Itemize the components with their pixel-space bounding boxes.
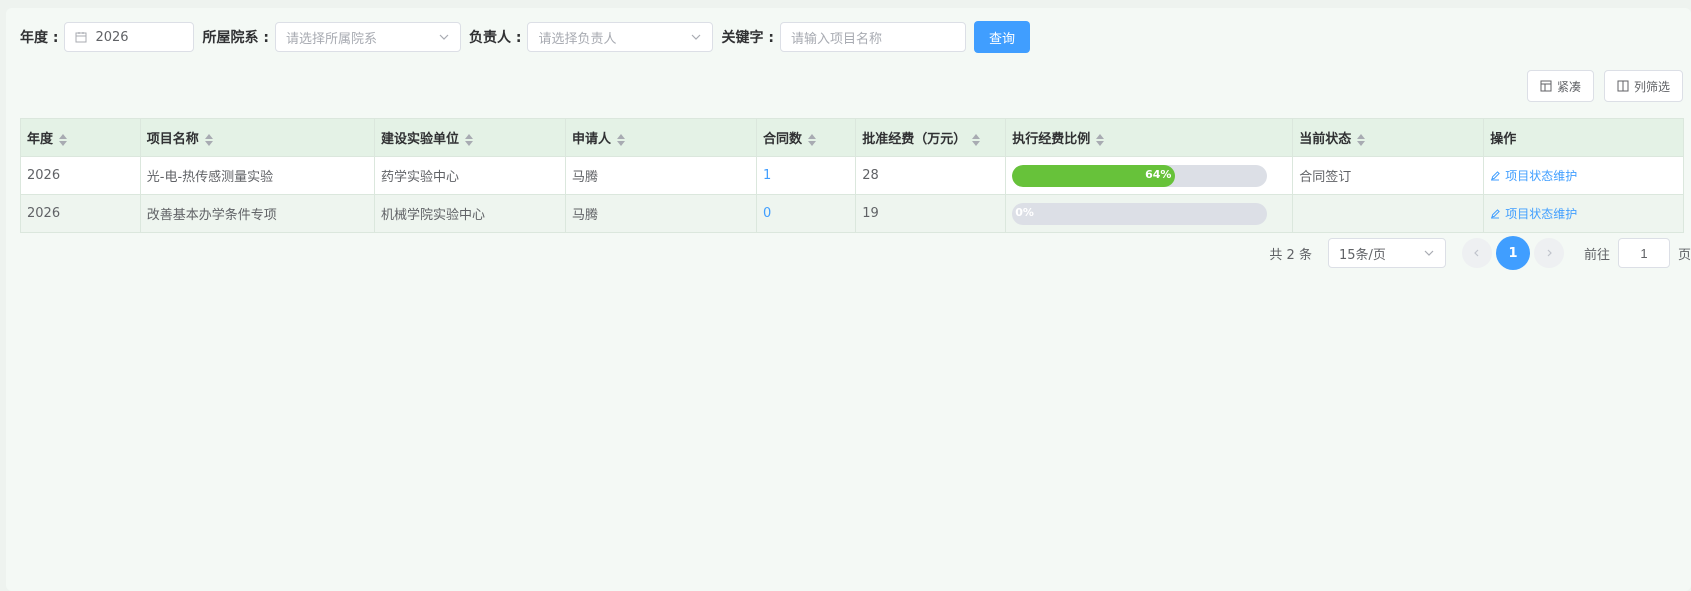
cell-ratio: 0%: [1005, 194, 1294, 233]
keyword-input[interactable]: 请输入项目名称: [779, 22, 966, 52]
columns-label: 列筛选: [1633, 79, 1670, 94]
table-toolbar: 紧凑 列筛选: [1526, 70, 1683, 102]
col-action: 操作: [1483, 118, 1684, 157]
dept-select[interactable]: 请选择所属院系: [274, 22, 461, 52]
cell-name: 光-电-热传感测量实验: [139, 156, 375, 195]
col-applicant[interactable]: 申请人: [564, 118, 757, 157]
col-contracts[interactable]: 合同数: [755, 118, 857, 157]
column-filter-button[interactable]: 列筛选: [1603, 70, 1683, 102]
total-count: 共 2 条: [1269, 247, 1312, 263]
columns-icon: [1617, 80, 1629, 92]
goto-label: 前往: [1583, 247, 1610, 263]
pagination: 共 2 条 15条/页 1 前往 页: [1269, 236, 1691, 270]
page-button-current[interactable]: 1: [1495, 236, 1530, 270]
cell-funding: 28: [855, 156, 1007, 195]
cell-unit: 机械学院实验中心: [373, 194, 566, 233]
ratio-progress-text: 64%: [1145, 167, 1172, 181]
goto-page-input[interactable]: [1617, 238, 1670, 268]
edit-icon: [1490, 170, 1501, 181]
col-unit[interactable]: 建设实验单位: [373, 118, 566, 157]
ratio-progress-text: 0%: [1015, 205, 1034, 219]
filter-bar: 年度 : 2026 所屋院系 : 请选择所属院系 负责人 : 请选择负责人 关键…: [20, 20, 1030, 54]
sort-icon[interactable]: [59, 133, 68, 146]
owner-label: 负责人 :: [468, 30, 522, 46]
dept-label: 所屋院系 :: [202, 30, 269, 46]
cell-action: 项目状态维护: [1483, 156, 1684, 195]
col-funding[interactable]: 批准经费（万元）: [855, 118, 1007, 157]
compact-button[interactable]: 紧凑: [1526, 70, 1594, 102]
cell-status: 合同签订: [1292, 156, 1485, 195]
chevron-down-icon: [438, 31, 450, 47]
sort-icon[interactable]: [464, 133, 473, 146]
sort-icon[interactable]: [972, 133, 981, 146]
page-suffix: 页: [1677, 247, 1691, 263]
search-button[interactable]: 查询: [973, 21, 1030, 53]
year-value: 2026: [95, 29, 129, 45]
year-label: 年度 :: [20, 30, 59, 46]
chevron-left-icon: [1472, 248, 1482, 258]
cell-year: 2026: [20, 194, 141, 233]
compact-label: 紧凑: [1556, 79, 1581, 94]
cell-year: 2026: [20, 156, 141, 195]
col-name[interactable]: 项目名称: [139, 118, 375, 157]
sort-icon[interactable]: [616, 133, 625, 146]
project-table: 年度 项目名称 建设实验单位 申请人 合同数 批准经费（万元） 执行经费比例 当…: [20, 118, 1684, 233]
col-ratio[interactable]: 执行经费比例: [1005, 118, 1294, 157]
keyword-label: 关键字 :: [721, 30, 774, 46]
main-panel: 年度 : 2026 所屋院系 : 请选择所属院系 负责人 : 请选择负责人 关键…: [6, 8, 1691, 591]
maintain-status-link[interactable]: 项目状态维护: [1490, 167, 1677, 184]
cell-ratio: 64%: [1005, 156, 1294, 195]
cell-name: 改善基本办学条件专项: [139, 194, 375, 233]
chevron-right-icon: [1544, 248, 1554, 258]
col-status[interactable]: 当前状态: [1292, 118, 1485, 157]
calendar-icon: [75, 31, 87, 43]
year-picker[interactable]: 2026: [64, 22, 195, 52]
table-row: 2026 光-电-热传感测量实验 药学实验中心 马腾 1 28 64% 合同签订…: [20, 156, 1684, 195]
cell-funding: 19: [855, 194, 1007, 233]
sort-icon[interactable]: [1096, 133, 1105, 146]
edit-icon: [1490, 208, 1501, 219]
prev-page-button[interactable]: [1461, 238, 1492, 268]
keyword-placeholder: 请输入项目名称: [790, 31, 882, 47]
cell-contracts: 0: [755, 194, 857, 233]
page-size-value: 15条/页: [1338, 247, 1386, 263]
sort-icon[interactable]: [807, 133, 816, 146]
cell-action: 项目状态维护: [1483, 194, 1684, 233]
table-header-row: 年度 项目名称 建设实验单位 申请人 合同数 批准经费（万元） 执行经费比例 当…: [20, 118, 1684, 157]
ratio-progress-bar: 0%: [1012, 202, 1268, 225]
page-size-select[interactable]: 15条/页: [1327, 238, 1446, 268]
layout-icon: [1540, 80, 1552, 92]
col-year[interactable]: 年度: [20, 118, 141, 157]
contracts-link[interactable]: 1: [763, 168, 771, 183]
owner-select[interactable]: 请选择负责人: [527, 22, 714, 52]
table-row: 2026 改善基本办学条件专项 机械学院实验中心 马腾 0 19 0% 项目状态…: [20, 194, 1684, 233]
maintain-status-link[interactable]: 项目状态维护: [1490, 205, 1677, 222]
chevron-down-icon: [690, 31, 702, 47]
sort-icon[interactable]: [204, 133, 213, 146]
chevron-down-icon: [1423, 247, 1435, 259]
cell-applicant: 马腾: [564, 194, 757, 233]
cell-status: [1292, 194, 1485, 233]
sort-icon[interactable]: [1357, 133, 1366, 146]
next-page-button[interactable]: [1533, 238, 1564, 268]
dept-placeholder: 请选择所属院系: [285, 31, 377, 47]
contracts-link[interactable]: 0: [763, 206, 771, 221]
cell-applicant: 马腾: [564, 156, 757, 195]
cell-unit: 药学实验中心: [373, 156, 566, 195]
cell-contracts: 1: [755, 156, 857, 195]
ratio-progress-bar: 64%: [1012, 164, 1268, 187]
owner-placeholder: 请选择负责人: [538, 31, 617, 47]
